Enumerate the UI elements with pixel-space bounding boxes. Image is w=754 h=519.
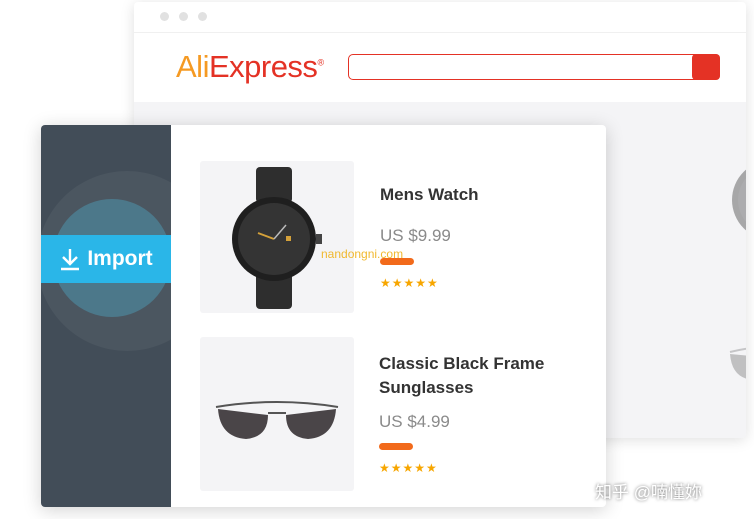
product-price: US $4.99	[379, 412, 450, 431]
import-button-label: Import	[87, 247, 153, 270]
logo-registered-mark: ®	[317, 57, 324, 68]
product-title-line2: Sunglasses	[379, 378, 474, 397]
sunglasses-icon	[215, 401, 339, 439]
product-title[interactable]: Mens Watch	[380, 183, 479, 207]
window-dot-icon[interactable]	[198, 12, 207, 21]
product-title-line1: Classic Black Frame	[379, 354, 545, 373]
search-button[interactable]	[692, 54, 720, 80]
product-price: US $9.99	[380, 226, 451, 245]
product-image-watch[interactable]	[200, 161, 354, 313]
logo-express: Express	[208, 49, 318, 84]
price-indicator-bar	[379, 443, 413, 450]
search-input[interactable]	[348, 54, 720, 80]
author-credit: 知乎 @喃懂妳	[595, 483, 702, 502]
window-controls	[160, 12, 207, 21]
logo-ali: Ali	[176, 49, 209, 84]
watch-icon	[232, 167, 322, 309]
watch-image-faded	[732, 169, 746, 231]
plugin-sidebar: Import	[41, 125, 217, 507]
rating-stars: ★★★★★	[380, 276, 439, 290]
window-dot-icon[interactable]	[179, 12, 188, 21]
sunglasses-image-faded	[729, 347, 746, 379]
aliexpress-logo[interactable]: AliExpress®	[176, 49, 324, 85]
import-button[interactable]: Import	[41, 235, 171, 283]
rating-stars: ★★★★★	[379, 461, 438, 475]
product-image-sunglasses[interactable]	[200, 337, 354, 491]
window-dot-icon[interactable]	[160, 12, 169, 21]
watermark-text: nandongni.com	[321, 247, 404, 261]
download-icon	[61, 249, 80, 271]
product-title[interactable]: Classic Black Frame Sunglasses	[379, 352, 544, 400]
import-plugin-panel: Import Mens Watch US $9.99 ★★★★★ Classic…	[41, 125, 606, 507]
